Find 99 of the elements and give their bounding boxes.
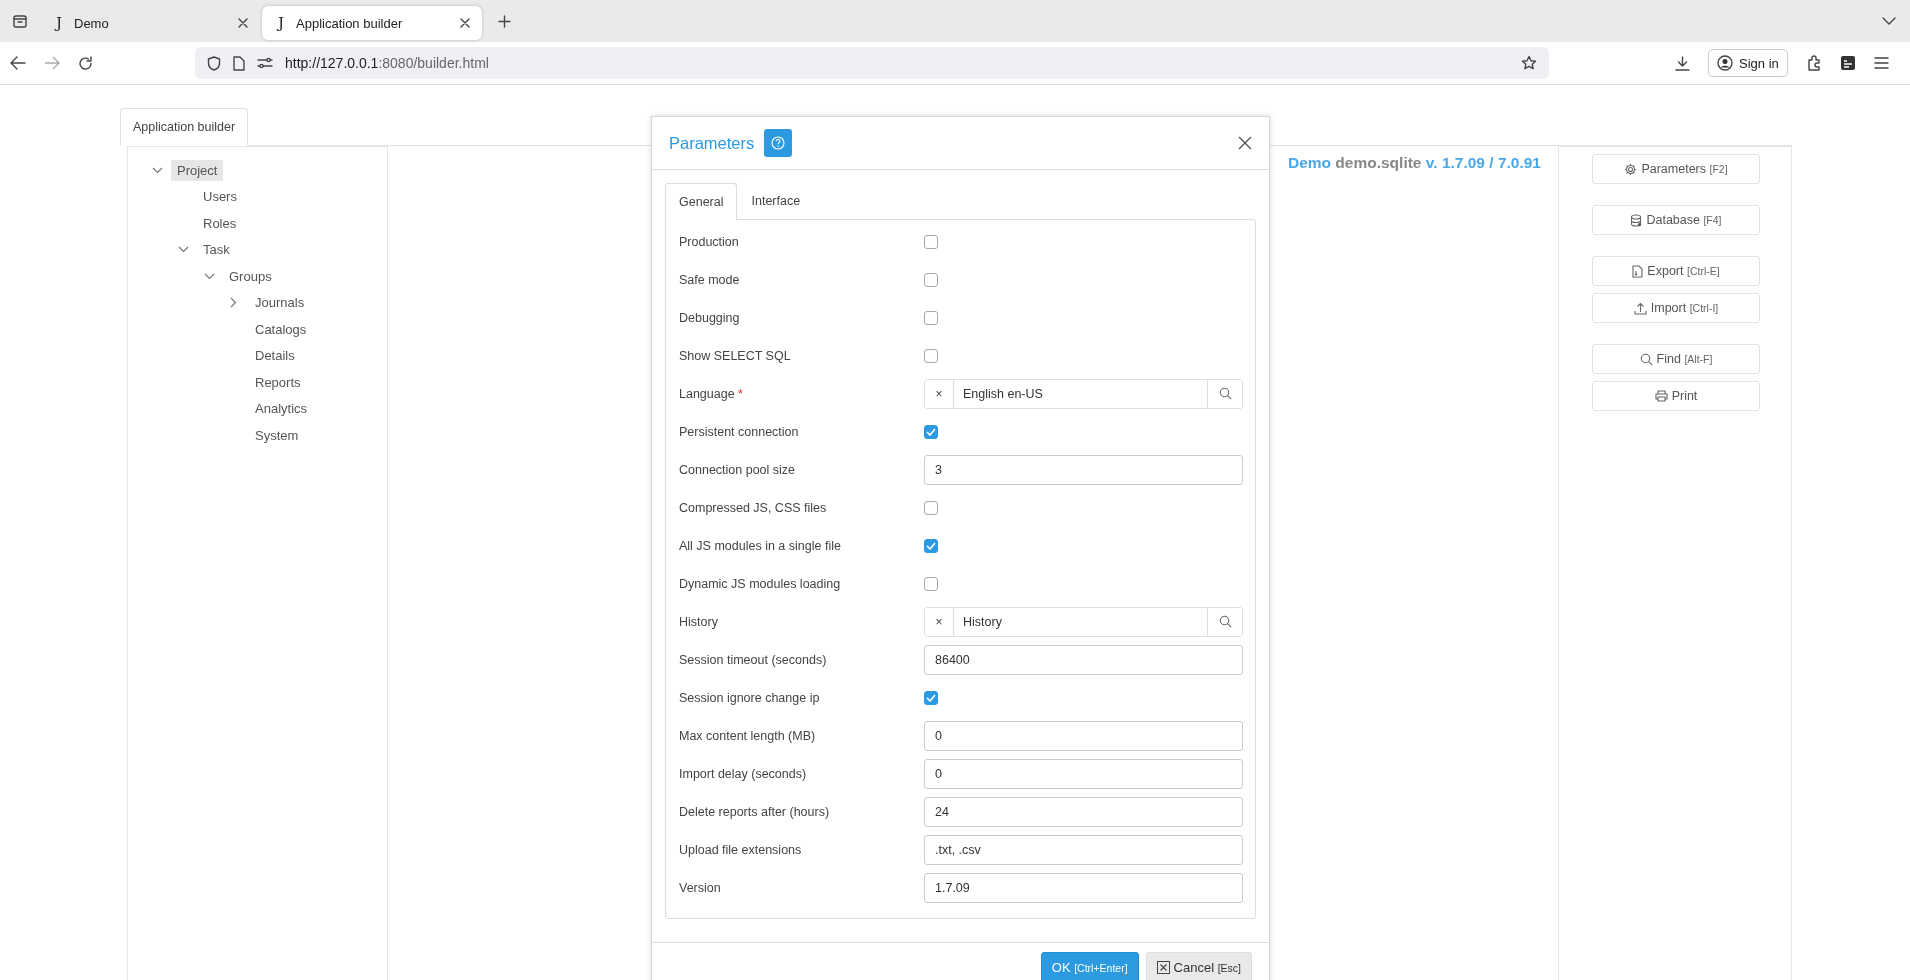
field-label: Session ignore change ip	[679, 690, 821, 705]
input-field[interactable]: 3	[924, 454, 1243, 485]
tree-item[interactable]: Task	[197, 239, 236, 261]
new-tab-icon[interactable]	[498, 14, 511, 28]
close-icon[interactable]	[460, 18, 470, 28]
url-text: http://127.0.0.1:8080/builder.html	[285, 55, 490, 71]
favicon: J	[275, 14, 285, 32]
app-name: Demo	[1287, 154, 1332, 171]
browser-tab[interactable]: J Demo	[40, 6, 260, 40]
field-label: All JS modules in a single file	[679, 538, 842, 553]
checkbox[interactable]	[924, 424, 938, 439]
dialog-tab[interactable]: General	[665, 183, 738, 220]
input-field[interactable]: .txt, .csv	[924, 834, 1243, 865]
address-bar[interactable]: http://127.0.0.1:8080/builder.html	[195, 47, 1549, 79]
page-icon	[233, 55, 245, 71]
sign-in-button[interactable]: Sign in	[1708, 49, 1788, 77]
input-field[interactable]: 0	[924, 720, 1243, 751]
checkbox[interactable]	[924, 690, 938, 705]
field-label: Production	[679, 234, 740, 249]
action-button[interactable]: Export [Ctrl-E]	[1592, 256, 1760, 286]
checkbox[interactable]	[924, 348, 938, 363]
input-field[interactable]: 1.7.09	[924, 872, 1243, 903]
tree-item[interactable]: System	[249, 424, 305, 446]
favicon: J	[53, 14, 63, 32]
database-name: demo.sqlite	[1335, 154, 1422, 171]
field-label: Max content length (MB)	[679, 728, 817, 743]
input-field[interactable]: 86400	[924, 644, 1243, 675]
field-label: Session timeout (seconds)	[679, 652, 828, 667]
checkbox[interactable]	[924, 310, 938, 325]
account-icon	[1717, 55, 1733, 71]
document-icon	[1632, 264, 1644, 278]
close-icon[interactable]	[1238, 136, 1252, 150]
chevron-down-icon[interactable]	[152, 166, 163, 174]
tree-item[interactable]: Groups	[223, 265, 278, 287]
tree-item[interactable]: Catalogs	[249, 318, 313, 340]
reload-icon[interactable]	[78, 55, 93, 71]
checkbox[interactable]	[924, 576, 938, 591]
search-icon	[1218, 387, 1232, 400]
cancel-button[interactable]: Cancel [Esc]	[1145, 952, 1252, 980]
action-button[interactable]: Find [Alt-F]	[1592, 344, 1760, 374]
extensions-icon[interactable]	[1805, 55, 1822, 71]
search-icon	[1218, 615, 1232, 628]
gear-icon	[1624, 162, 1638, 176]
field-label: Debugging	[679, 310, 741, 325]
field-label: Import delay (seconds)	[679, 766, 808, 781]
tree-item[interactable]: Users	[197, 186, 243, 208]
field-label: History	[679, 614, 719, 629]
action-button[interactable]: Database [F4]	[1592, 205, 1760, 235]
help-button[interactable]	[764, 129, 793, 157]
input-field[interactable]: 0	[924, 758, 1243, 789]
field-label: Persistent connection	[679, 424, 800, 439]
field-label: Compressed JS, CSS files	[679, 500, 828, 515]
forward-icon[interactable]	[44, 56, 60, 70]
browser-tab[interactable]: J Application builder	[262, 6, 482, 40]
upload-icon	[1633, 301, 1647, 315]
page-tab[interactable]: Application builder	[120, 108, 249, 146]
bookmark-star-icon[interactable]	[1521, 55, 1537, 71]
tree-item[interactable]: Roles	[197, 212, 243, 234]
field-label: Safe mode	[679, 272, 741, 287]
close-box-icon	[1156, 961, 1170, 974]
checkbox[interactable]	[924, 234, 938, 249]
help-icon	[771, 136, 786, 150]
input-field[interactable]: 24	[924, 796, 1243, 827]
field-label: Delete reports after (hours)	[679, 804, 831, 819]
checkbox[interactable]	[924, 500, 938, 515]
tree-item[interactable]: Journals	[249, 292, 311, 314]
field-label: Version	[679, 880, 722, 895]
chevron-right-icon[interactable]	[230, 297, 237, 309]
database-icon	[1630, 213, 1643, 227]
search-icon	[1639, 352, 1653, 366]
menu-icon[interactable]	[1873, 57, 1889, 69]
extension-badge-icon[interactable]	[1839, 55, 1856, 71]
tree-item[interactable]: Details	[249, 345, 301, 367]
tree-item[interactable]: Project	[171, 159, 224, 181]
download-icon[interactable]	[1675, 55, 1690, 71]
tab-list-icon	[12, 13, 28, 29]
checkbox[interactable]	[924, 538, 938, 553]
action-button[interactable]: Print	[1592, 381, 1760, 411]
tree-item[interactable]: Reports	[249, 371, 307, 393]
tabs-dropdown-icon[interactable]	[1882, 17, 1896, 25]
field-label: Dynamic JS modules loading	[679, 576, 842, 591]
checkbox[interactable]	[924, 272, 938, 287]
field-label: Language *	[679, 386, 744, 401]
dialog-title: Parameters	[669, 133, 755, 153]
version-label: v. 1.7.09 / 7.0.91	[1425, 154, 1541, 171]
close-icon[interactable]	[238, 18, 248, 28]
dialog-tab[interactable]: Interface	[737, 182, 815, 219]
action-button[interactable]: Import [Ctrl-I]	[1592, 293, 1760, 323]
field-label: Connection pool size	[679, 462, 797, 477]
permissions-icon	[257, 57, 273, 69]
field-label: Show SELECT SQL	[679, 348, 792, 363]
printer-icon	[1654, 390, 1668, 402]
tree-item[interactable]: Analytics	[249, 398, 314, 420]
chevron-down-icon[interactable]	[178, 246, 189, 254]
back-icon[interactable]	[10, 56, 26, 70]
chevron-down-icon[interactable]	[204, 272, 215, 280]
shield-icon	[207, 55, 221, 71]
action-button[interactable]: Parameters [F2]	[1592, 154, 1760, 184]
field-label: Upload file extensions	[679, 842, 803, 857]
